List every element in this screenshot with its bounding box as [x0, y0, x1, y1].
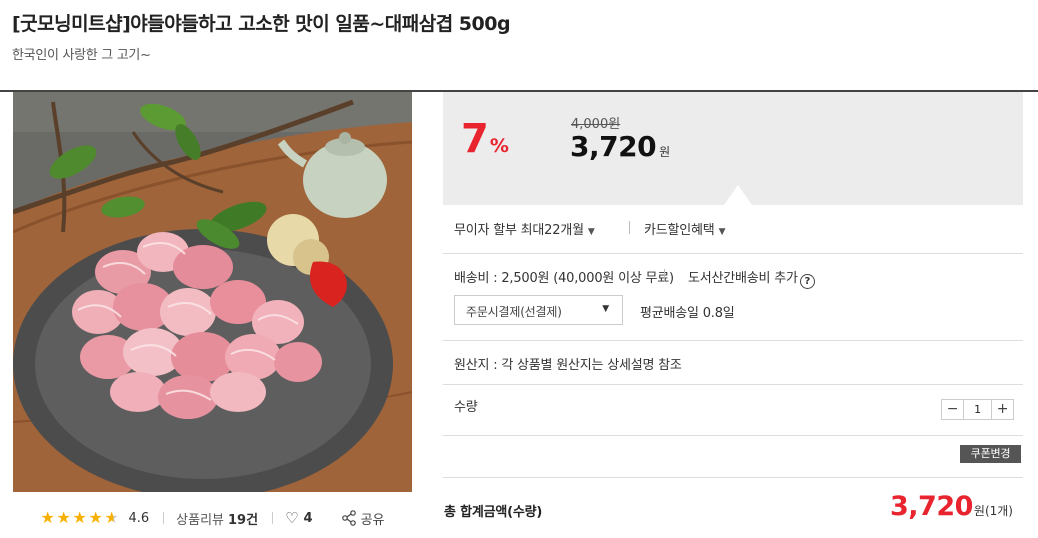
remote-shipping-label: 도서산간배송비 추가: [688, 271, 798, 286]
card-benefit-label: 카드할인혜택: [644, 223, 715, 238]
total-amount: 3,720: [890, 491, 973, 522]
product-subtitle: 한국인이 사랑한 그 고기~: [12, 48, 151, 63]
shipping-row: 배송비 : 2,500원 (40,000원 이상 무료) 도서산간배송비 추가?…: [443, 254, 1023, 341]
benefit-row: 무이자 할부 최대22개월 ▼ 카드할인혜택 ▼: [443, 205, 1023, 254]
rating-stars: ★ ★ ★ ★ ★: [40, 510, 120, 526]
increase-button[interactable]: +: [992, 400, 1013, 419]
discount-value: 7: [461, 116, 489, 162]
rating-bar: ★ ★ ★ ★ ★ 4.6 상품리뷰 19건 ♡ 4 공유: [13, 498, 412, 538]
rating-score: 4.6: [128, 510, 150, 526]
remote-shipping-info: 도서산간배송비 추가?: [688, 267, 815, 289]
coupon-change-button[interactable]: 쿠폰변경: [960, 445, 1021, 463]
total-unit: 원(1개): [973, 504, 1013, 518]
dropdown-arrow-icon: ▼: [602, 304, 609, 314]
discount-unit: %: [489, 135, 509, 157]
help-icon[interactable]: ?: [799, 274, 815, 289]
product-image[interactable]: [13, 92, 412, 492]
quantity-stepper: − 1 +: [941, 399, 1014, 420]
chevron-down-icon: ▼: [718, 227, 726, 237]
payment-select[interactable]: 주문시결제(선결제) ▼: [454, 295, 623, 325]
quantity-label: 수량: [454, 400, 478, 415]
review-count[interactable]: 19건: [228, 509, 258, 528]
total-row: 총 합계금액(수량) 3,720원(1개): [443, 478, 1023, 538]
quantity-row: 수량 − 1 +: [443, 385, 1023, 436]
like-count: 4: [303, 510, 313, 526]
panel-pointer: [724, 185, 752, 205]
star-icon: ★: [40, 508, 55, 527]
divider: [629, 221, 630, 234]
heart-icon[interactable]: ♡: [285, 509, 298, 527]
divider: [163, 512, 165, 524]
share-button[interactable]: 공유: [361, 509, 385, 528]
origin-row: 원산지 : 각 상품별 원산지는 상세설명 참조: [443, 341, 1023, 385]
quantity-input[interactable]: 1: [963, 400, 992, 419]
card-benefit-dropdown[interactable]: 카드할인혜택 ▼: [644, 219, 725, 238]
price-panel: 7% 4,000원 3,720 원: [443, 92, 1023, 205]
discount-rate: 7%: [461, 116, 509, 162]
total-label: 총 합계금액(수량): [444, 505, 543, 520]
half-star-icon: ★: [104, 508, 119, 527]
star-icon: ★: [88, 508, 103, 527]
star-icon: ★: [72, 508, 87, 527]
sale-price-unit: 원: [659, 145, 670, 159]
chevron-down-icon: ▼: [587, 227, 595, 237]
origin-text: 원산지 : 각 상품별 원산지는 상세설명 참조: [454, 358, 682, 373]
divider: [664, 269, 665, 282]
shipping-fee: 배송비 : 2,500원 (40,000원 이상 무료): [454, 271, 674, 286]
review-label[interactable]: 상품리뷰: [176, 509, 224, 528]
installment-dropdown[interactable]: 무이자 할부 최대22개월 ▼: [454, 219, 595, 238]
avg-delivery: 평균배송일 0.8일: [640, 306, 735, 321]
pork-belly-illustration: [13, 92, 412, 492]
payment-select-value: 주문시결제(선결제): [466, 305, 562, 319]
sale-price: 3,720 원: [570, 130, 670, 163]
product-title: [굿모닝미트샵]야들야들하고 고소한 맛이 일품~대패삼겹 500g: [12, 13, 511, 35]
coupon-row: 쿠폰변경: [443, 436, 1023, 478]
decrease-button[interactable]: −: [942, 400, 963, 419]
total-price: 3,720원(1개): [890, 491, 1013, 522]
star-icon: ★: [56, 508, 71, 527]
installment-label: 무이자 할부 최대22개월: [454, 223, 584, 238]
share-icon[interactable]: [341, 510, 357, 526]
divider: [272, 512, 274, 524]
sale-price-value: 3,720: [570, 130, 657, 163]
